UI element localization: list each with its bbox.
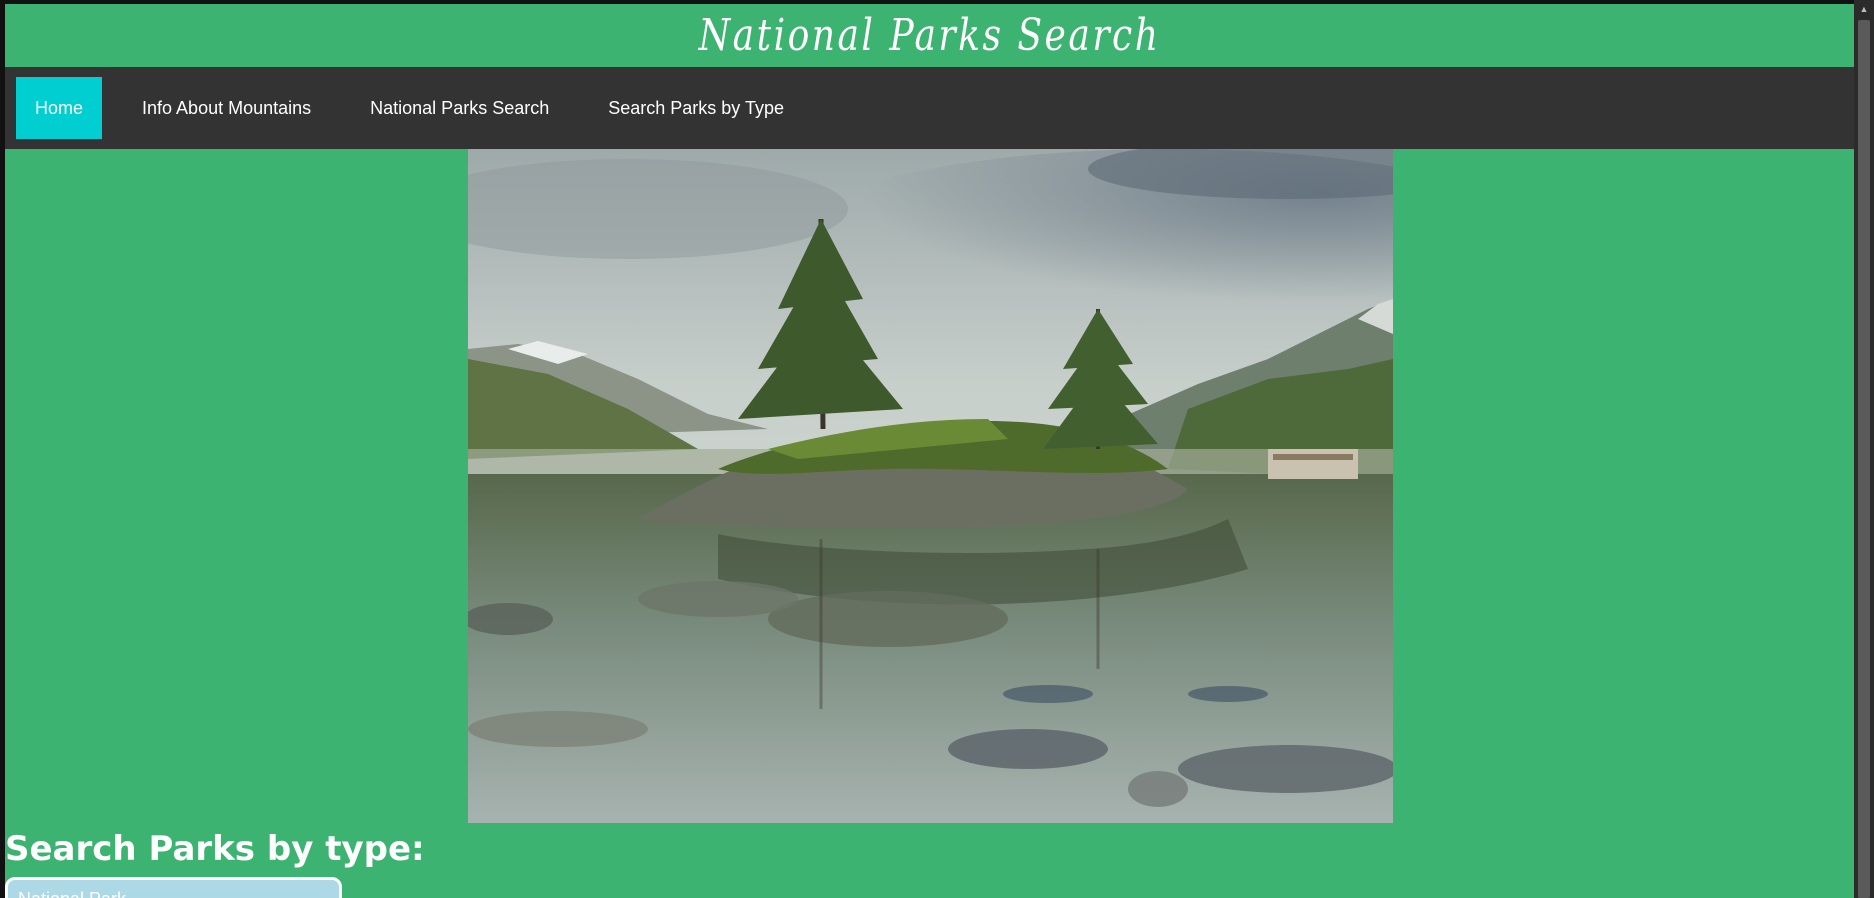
page-scrollbar[interactable]: ▲ — [1854, 0, 1874, 898]
nav-parks-search-link[interactable]: National Parks Search — [351, 77, 568, 139]
nav-home-link[interactable]: Home — [16, 77, 103, 139]
nav-mountains-link[interactable]: Info About Mountains — [123, 77, 330, 139]
hero-image — [468, 149, 1393, 823]
page: National Parks Search Home Info About Mo… — [5, 4, 1854, 898]
chevron-down-icon: ⌄ — [320, 886, 331, 898]
page-title: National Parks Search — [698, 10, 1161, 61]
park-type-select-value: National Park — [18, 889, 126, 898]
park-type-select[interactable]: National Park ⌄ — [5, 877, 342, 898]
site-header: National Parks Search — [5, 4, 1854, 66]
nav-parks-by-type-link[interactable]: Search Parks by Type — [589, 77, 803, 139]
scrollbar-thumb[interactable] — [1858, 20, 1870, 898]
search-parks-heading: Search Parks by type: — [5, 829, 425, 869]
main-navbar: Home Info About Mountains National Parks… — [5, 67, 1854, 149]
arrow-up-icon[interactable]: ▲ — [1854, 0, 1874, 18]
